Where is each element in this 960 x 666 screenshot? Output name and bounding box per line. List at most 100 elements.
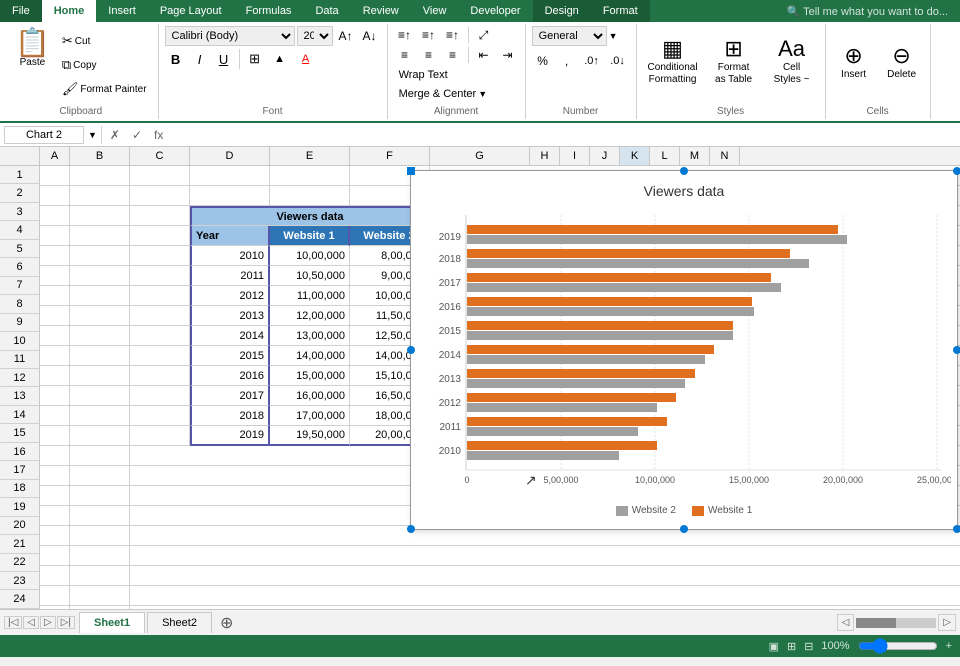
font-increase-button[interactable]: A↑ (335, 27, 357, 45)
tab-review[interactable]: Review (351, 0, 411, 22)
cell-w1-2013[interactable]: 12,00,000 (270, 306, 350, 326)
borders-button[interactable]: ⊞ (244, 48, 266, 70)
align-left-button[interactable]: ≡ (394, 46, 416, 64)
zoom-in-button[interactable]: + (946, 640, 952, 652)
tab-page-layout[interactable]: Page Layout (148, 0, 234, 22)
cancel-formula-button[interactable]: ✗ (106, 128, 124, 142)
cell-a3[interactable] (40, 206, 70, 226)
cell-website1-header[interactable]: Website 1 (270, 226, 350, 246)
cell-a1[interactable] (40, 166, 70, 186)
chart-handle-tm[interactable] (680, 167, 688, 175)
cell-w1-2012[interactable]: 11,00,000 (270, 286, 350, 306)
tab-design[interactable]: Design (533, 0, 591, 22)
text-direction-button[interactable]: ⤢ (473, 26, 495, 44)
view-normal-icon[interactable]: ▣ (769, 640, 779, 653)
delete-button[interactable]: ⊖ Delete (880, 40, 924, 83)
font-decrease-button[interactable]: A↓ (359, 27, 381, 45)
align-top-left-button[interactable]: ≡↑ (394, 26, 416, 44)
cell-viewers-data-header[interactable]: Viewers data (190, 206, 430, 226)
cell-w1-2011[interactable]: 10,50,000 (270, 266, 350, 286)
tab-home[interactable]: Home (42, 0, 97, 22)
cell-w1-2010[interactable]: 10,00,000 (270, 246, 350, 266)
zoom-slider[interactable] (858, 640, 938, 652)
cell-c4[interactable] (130, 226, 190, 246)
chart-container[interactable]: Viewers data (410, 170, 958, 530)
decrease-decimal-button[interactable]: .0↓ (606, 50, 630, 72)
formula-input[interactable] (171, 126, 956, 144)
chart-handle-bm[interactable] (680, 525, 688, 533)
insert-function-button[interactable]: fx (150, 128, 167, 142)
comma-button[interactable]: , (556, 50, 578, 72)
tab-nav-last[interactable]: ▷| (57, 616, 75, 629)
tab-data[interactable]: Data (303, 0, 350, 22)
font-name-select[interactable]: Calibri (Body) (165, 26, 295, 46)
cell-w1-2019[interactable]: 19,50,000 (270, 426, 350, 446)
tab-nav-prev[interactable]: ◁ (23, 616, 39, 629)
cell-b1[interactable] (70, 166, 130, 186)
format-painter-button[interactable]: 🖌Format Painter (57, 78, 152, 100)
cell-d2[interactable] (190, 186, 270, 206)
cell-year-2016[interactable]: 2016 (190, 366, 270, 386)
cell-year-2019[interactable]: 2019 (190, 426, 270, 446)
tell-me-input[interactable]: 🔍 Tell me what you want to do... (775, 0, 960, 22)
cut-button[interactable]: ✂Cut (57, 30, 152, 52)
font-size-select[interactable]: 20 (297, 26, 333, 46)
italic-button[interactable]: I (189, 48, 211, 70)
cell-w1-2016[interactable]: 15,00,000 (270, 366, 350, 386)
cell-year-2011[interactable]: 2011 (190, 266, 270, 286)
number-format-select[interactable]: General (532, 26, 607, 46)
tab-nav-next[interactable]: ▷ (40, 616, 56, 629)
view-page-break-icon[interactable]: ⊟ (804, 640, 813, 653)
confirm-formula-button[interactable]: ✓ (128, 128, 146, 142)
chart-handle-tr[interactable] (953, 167, 960, 175)
scroll-right-button[interactable]: ▷ (938, 614, 956, 631)
cell-w1-2015[interactable]: 14,00,000 (270, 346, 350, 366)
cell-e2[interactable] (270, 186, 350, 206)
indent-increase-button[interactable]: ⇥ (497, 46, 519, 64)
cell-year-2015[interactable]: 2015 (190, 346, 270, 366)
tab-nav-first[interactable]: |◁ (4, 616, 22, 629)
cell-d1[interactable] (190, 166, 270, 186)
cell-styles-button[interactable]: Aa Cell Styles ~ (765, 33, 819, 89)
horizontal-scrollbar[interactable] (856, 618, 936, 628)
chart-handle-mr[interactable] (953, 346, 960, 354)
merge-center-button[interactable]: Merge & Center ▼ (394, 85, 519, 103)
tab-file[interactable]: File (0, 0, 42, 22)
chart-handle-tl[interactable] (407, 167, 415, 175)
name-box-dropdown-icon[interactable]: ▼ (88, 130, 97, 140)
cell-year-2013[interactable]: 2013 (190, 306, 270, 326)
increase-decimal-button[interactable]: .0↑ (580, 50, 604, 72)
align-top-right-button[interactable]: ≡↑ (442, 26, 464, 44)
tab-view[interactable]: View (411, 0, 459, 22)
cell-year-2012[interactable]: 2012 (190, 286, 270, 306)
tab-formulas[interactable]: Formulas (234, 0, 304, 22)
cell-b3[interactable] (70, 206, 130, 226)
cell-a2[interactable] (40, 186, 70, 206)
tab-format[interactable]: Format (591, 0, 650, 22)
tab-insert[interactable]: Insert (96, 0, 148, 22)
cell-b4[interactable] (70, 226, 130, 246)
copy-button[interactable]: ⧉Copy (57, 54, 152, 76)
format-as-table-button[interactable]: ⊞ Format as Table (707, 33, 761, 89)
align-right-button[interactable]: ≡ (442, 46, 464, 64)
view-layout-icon[interactable]: ⊞ (787, 640, 796, 653)
indent-decrease-button[interactable]: ⇤ (473, 46, 495, 64)
chart-handle-bl[interactable] (407, 525, 415, 533)
paste-button[interactable]: 📋 Paste (10, 26, 55, 71)
cell-year-2010[interactable]: 2010 (190, 246, 270, 266)
cell-year-2017[interactable]: 2017 (190, 386, 270, 406)
fill-color-button[interactable]: ▲ (268, 48, 292, 70)
scroll-left-button[interactable]: ◁ (837, 614, 855, 631)
align-center-button[interactable]: ≡ (418, 46, 440, 64)
cell-year-2014[interactable]: 2014 (190, 326, 270, 346)
bold-button[interactable]: B (165, 48, 187, 70)
cell-w1-2018[interactable]: 17,00,000 (270, 406, 350, 426)
sheet-tab-sheet1[interactable]: Sheet1 (79, 612, 145, 633)
cell-year-2018[interactable]: 2018 (190, 406, 270, 426)
cell-c1[interactable] (130, 166, 190, 186)
sheet-tab-sheet2[interactable]: Sheet2 (147, 612, 212, 633)
name-box[interactable] (4, 126, 84, 144)
chart-handle-ml[interactable] (407, 346, 415, 354)
add-sheet-button[interactable]: ⊕ (214, 613, 239, 633)
percent-button[interactable]: % (532, 50, 554, 72)
